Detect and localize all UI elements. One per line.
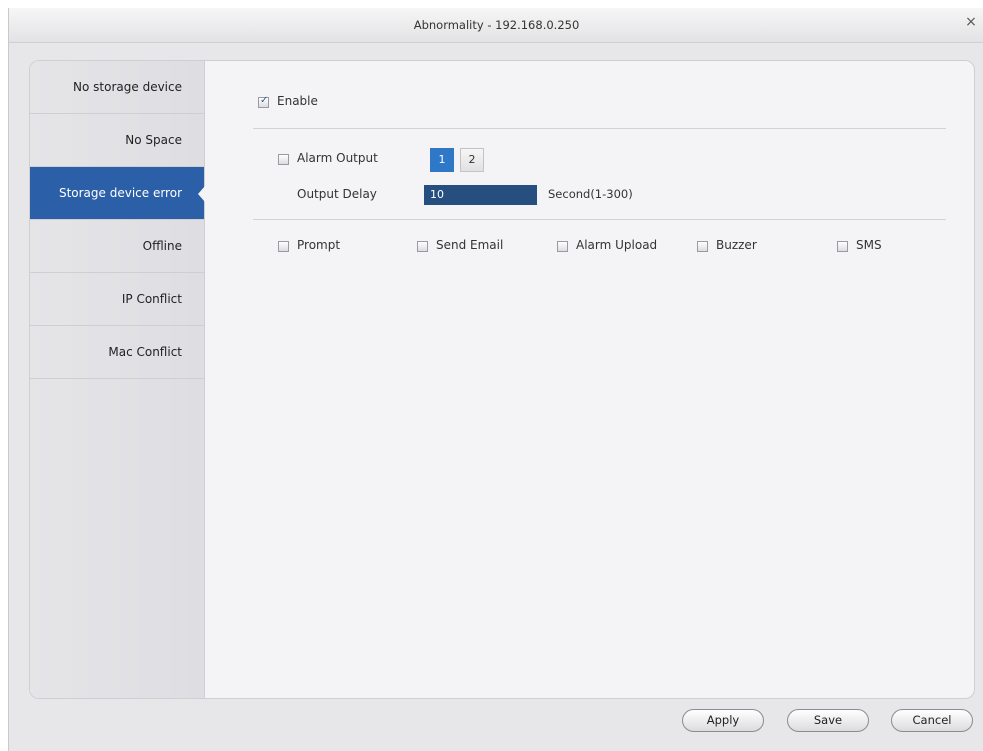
output-delay-label: Output Delay bbox=[297, 187, 377, 201]
divider bbox=[253, 219, 946, 220]
sidebar-item-mac-conflict[interactable]: Mac Conflict bbox=[30, 326, 204, 379]
enable-label: Enable bbox=[277, 94, 318, 108]
window-title: Abnormality - 192.168.0.250 bbox=[413, 18, 580, 32]
alarm-upload-checkbox[interactable] bbox=[557, 241, 568, 252]
sidebar: No storage device No Space Storage devic… bbox=[30, 61, 205, 698]
check-icon: ✓ bbox=[260, 95, 269, 106]
sms-checkbox[interactable] bbox=[837, 241, 848, 252]
abnormality-dialog: Abnormality - 192.168.0.250 × No storage… bbox=[8, 8, 983, 751]
prompt-checkbox[interactable] bbox=[278, 241, 289, 252]
sidebar-item-no-storage-device[interactable]: No storage device bbox=[30, 61, 204, 114]
sidebar-item-label: IP Conflict bbox=[121, 292, 182, 306]
sidebar-item-label: No Space bbox=[125, 133, 182, 147]
alarm-upload-label: Alarm Upload bbox=[576, 238, 658, 252]
content-area: ✓ Enable Alarm Output 1 2 Output Delay S… bbox=[205, 61, 974, 698]
send-email-checkbox[interactable] bbox=[417, 241, 428, 252]
title-bar[interactable]: Abnormality - 192.168.0.250 × bbox=[9, 8, 983, 43]
sidebar-item-storage-device-error[interactable]: Storage device error bbox=[30, 167, 205, 220]
alarm-channel-2-button[interactable]: 2 bbox=[460, 148, 484, 172]
sidebar-item-label: Offline bbox=[142, 239, 182, 253]
alarm-output-checkbox[interactable] bbox=[278, 154, 289, 165]
enable-checkbox[interactable]: ✓ bbox=[258, 95, 269, 108]
alarm-output-label: Alarm Output bbox=[297, 151, 378, 165]
alarm-channel-1-button[interactable]: 1 bbox=[430, 148, 454, 172]
sidebar-item-label: Storage device error bbox=[58, 186, 182, 200]
output-delay-unit: Second(1-300) bbox=[548, 187, 633, 201]
sidebar-item-ip-conflict[interactable]: IP Conflict bbox=[30, 273, 204, 326]
send-email-label: Send Email bbox=[436, 238, 504, 252]
sidebar-item-label: Mac Conflict bbox=[108, 345, 182, 359]
cancel-button[interactable]: Cancel bbox=[891, 709, 973, 732]
sidebar-item-no-space[interactable]: No Space bbox=[30, 114, 204, 167]
settings-panel: No storage device No Space Storage devic… bbox=[29, 60, 975, 699]
apply-button[interactable]: Apply bbox=[682, 709, 764, 732]
buzzer-label: Buzzer bbox=[716, 238, 757, 252]
sidebar-item-label: No storage device bbox=[73, 80, 182, 94]
close-icon[interactable]: × bbox=[964, 15, 978, 29]
output-delay-input[interactable] bbox=[424, 185, 537, 205]
sidebar-item-offline[interactable]: Offline bbox=[30, 220, 204, 273]
divider bbox=[253, 128, 946, 129]
save-button[interactable]: Save bbox=[787, 709, 869, 732]
prompt-label: Prompt bbox=[297, 238, 341, 252]
sms-label: SMS bbox=[856, 238, 882, 252]
buzzer-checkbox[interactable] bbox=[697, 241, 708, 252]
